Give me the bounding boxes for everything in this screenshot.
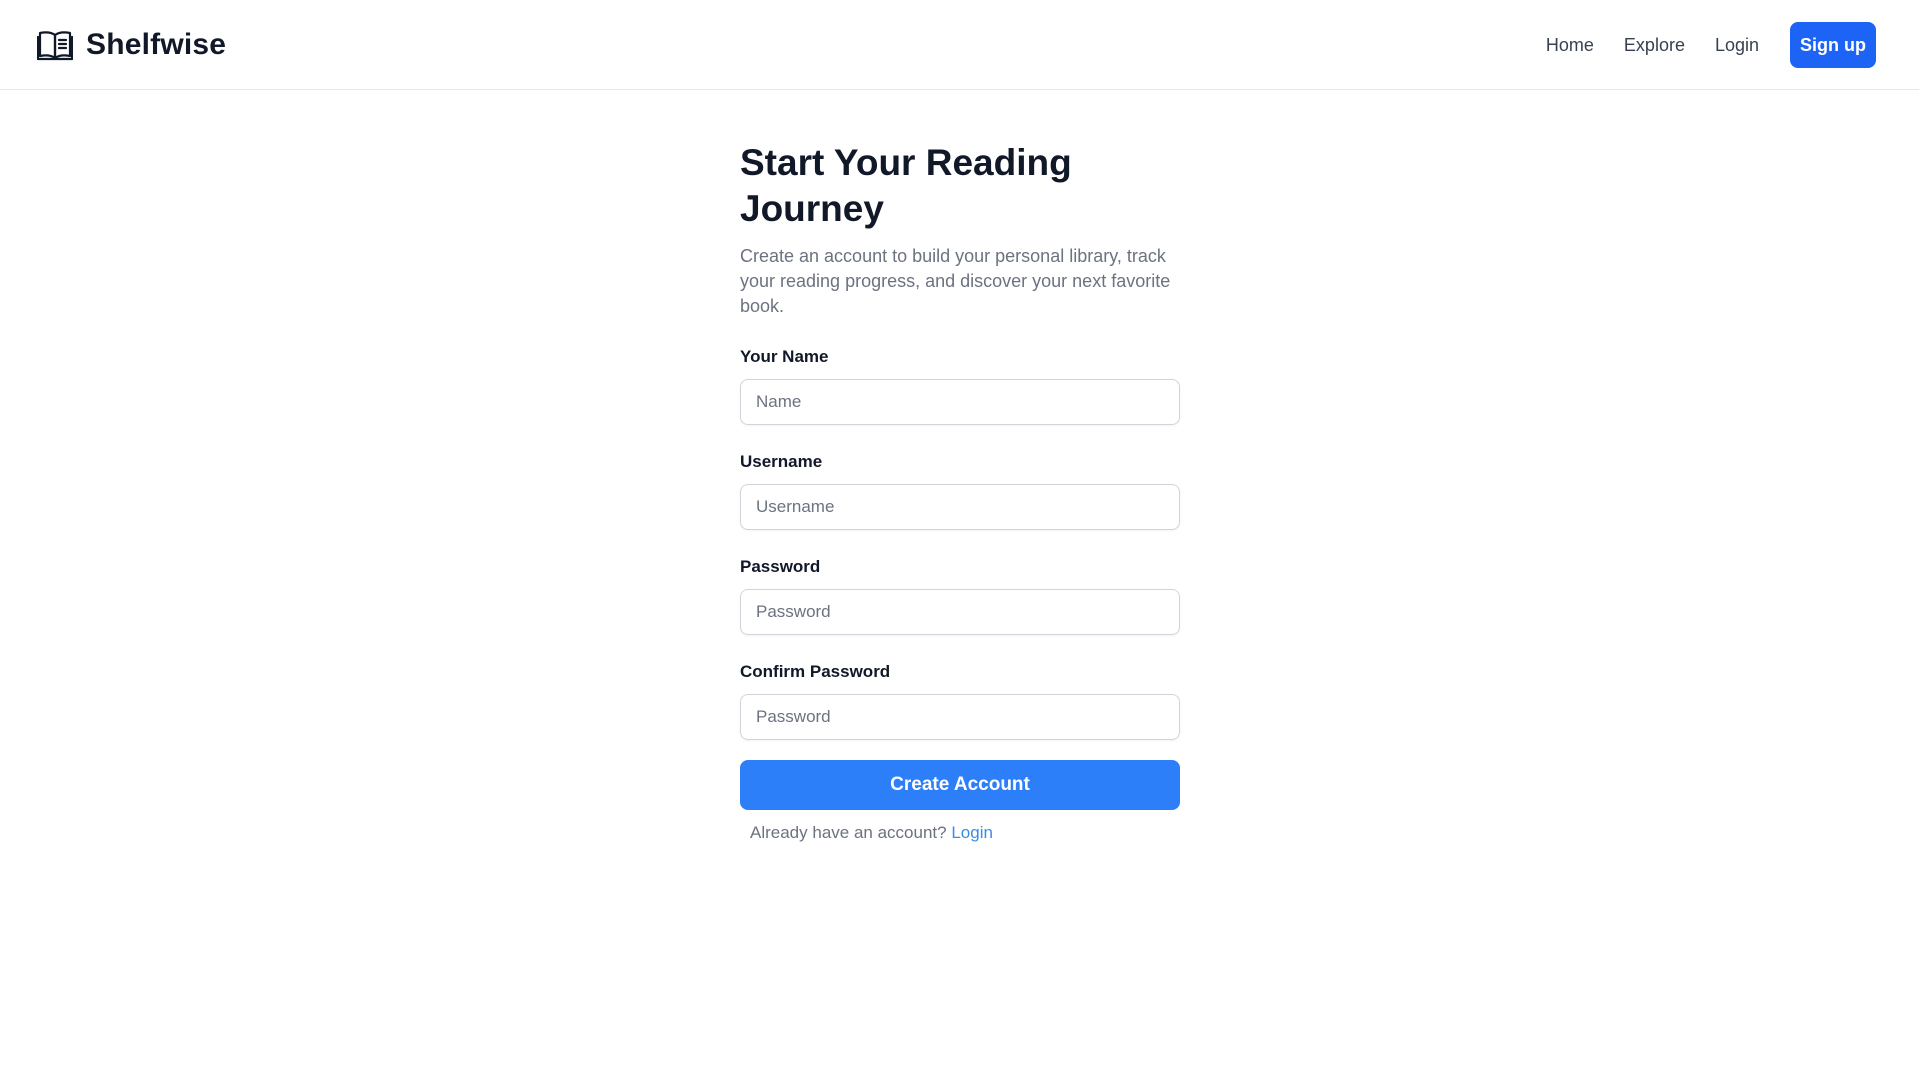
username-label: Username — [740, 452, 823, 471]
nav-login-link[interactable]: Login — [1715, 35, 1759, 56]
login-prompt: Already have an account? Login — [740, 823, 1180, 843]
confirm-password-input[interactable] — [740, 694, 1180, 740]
password-field-group: Password — [740, 557, 1180, 635]
nav-home-link[interactable]: Home — [1546, 35, 1594, 56]
brand-name: Shelfwise — [86, 28, 227, 61]
open-book-icon — [36, 29, 74, 61]
nav-links: Home Explore Login Sign up — [1546, 22, 1876, 68]
login-link[interactable]: Login — [951, 823, 993, 842]
name-field-group: Your Name — [740, 347, 1180, 425]
top-navbar: Shelfwise Home Explore Login Sign up — [0, 0, 1919, 90]
username-input[interactable] — [740, 484, 1180, 530]
signup-panel: Start Your Reading Journey Create an acc… — [740, 140, 1180, 843]
page-title: Start Your Reading Journey — [740, 142, 1072, 229]
brand-logo[interactable]: Shelfwise — [36, 25, 227, 65]
confirm-password-label: Confirm Password — [740, 662, 891, 681]
page-subtitle: Create an account to build your personal… — [740, 246, 1171, 316]
username-field-group: Username — [740, 452, 1180, 530]
confirm-password-field-group: Confirm Password — [740, 662, 1180, 740]
name-label: Your Name — [740, 347, 829, 366]
password-label: Password — [740, 557, 821, 576]
password-input[interactable] — [740, 589, 1180, 635]
create-account-button[interactable]: Create Account — [740, 760, 1180, 810]
signup-form: Your Name Username Password Confirm Pass… — [740, 347, 1180, 843]
nav-explore-link[interactable]: Explore — [1624, 35, 1685, 56]
name-input[interactable] — [740, 379, 1180, 425]
signup-button[interactable]: Sign up — [1790, 22, 1876, 68]
login-prompt-text: Already have an account? — [750, 823, 947, 842]
